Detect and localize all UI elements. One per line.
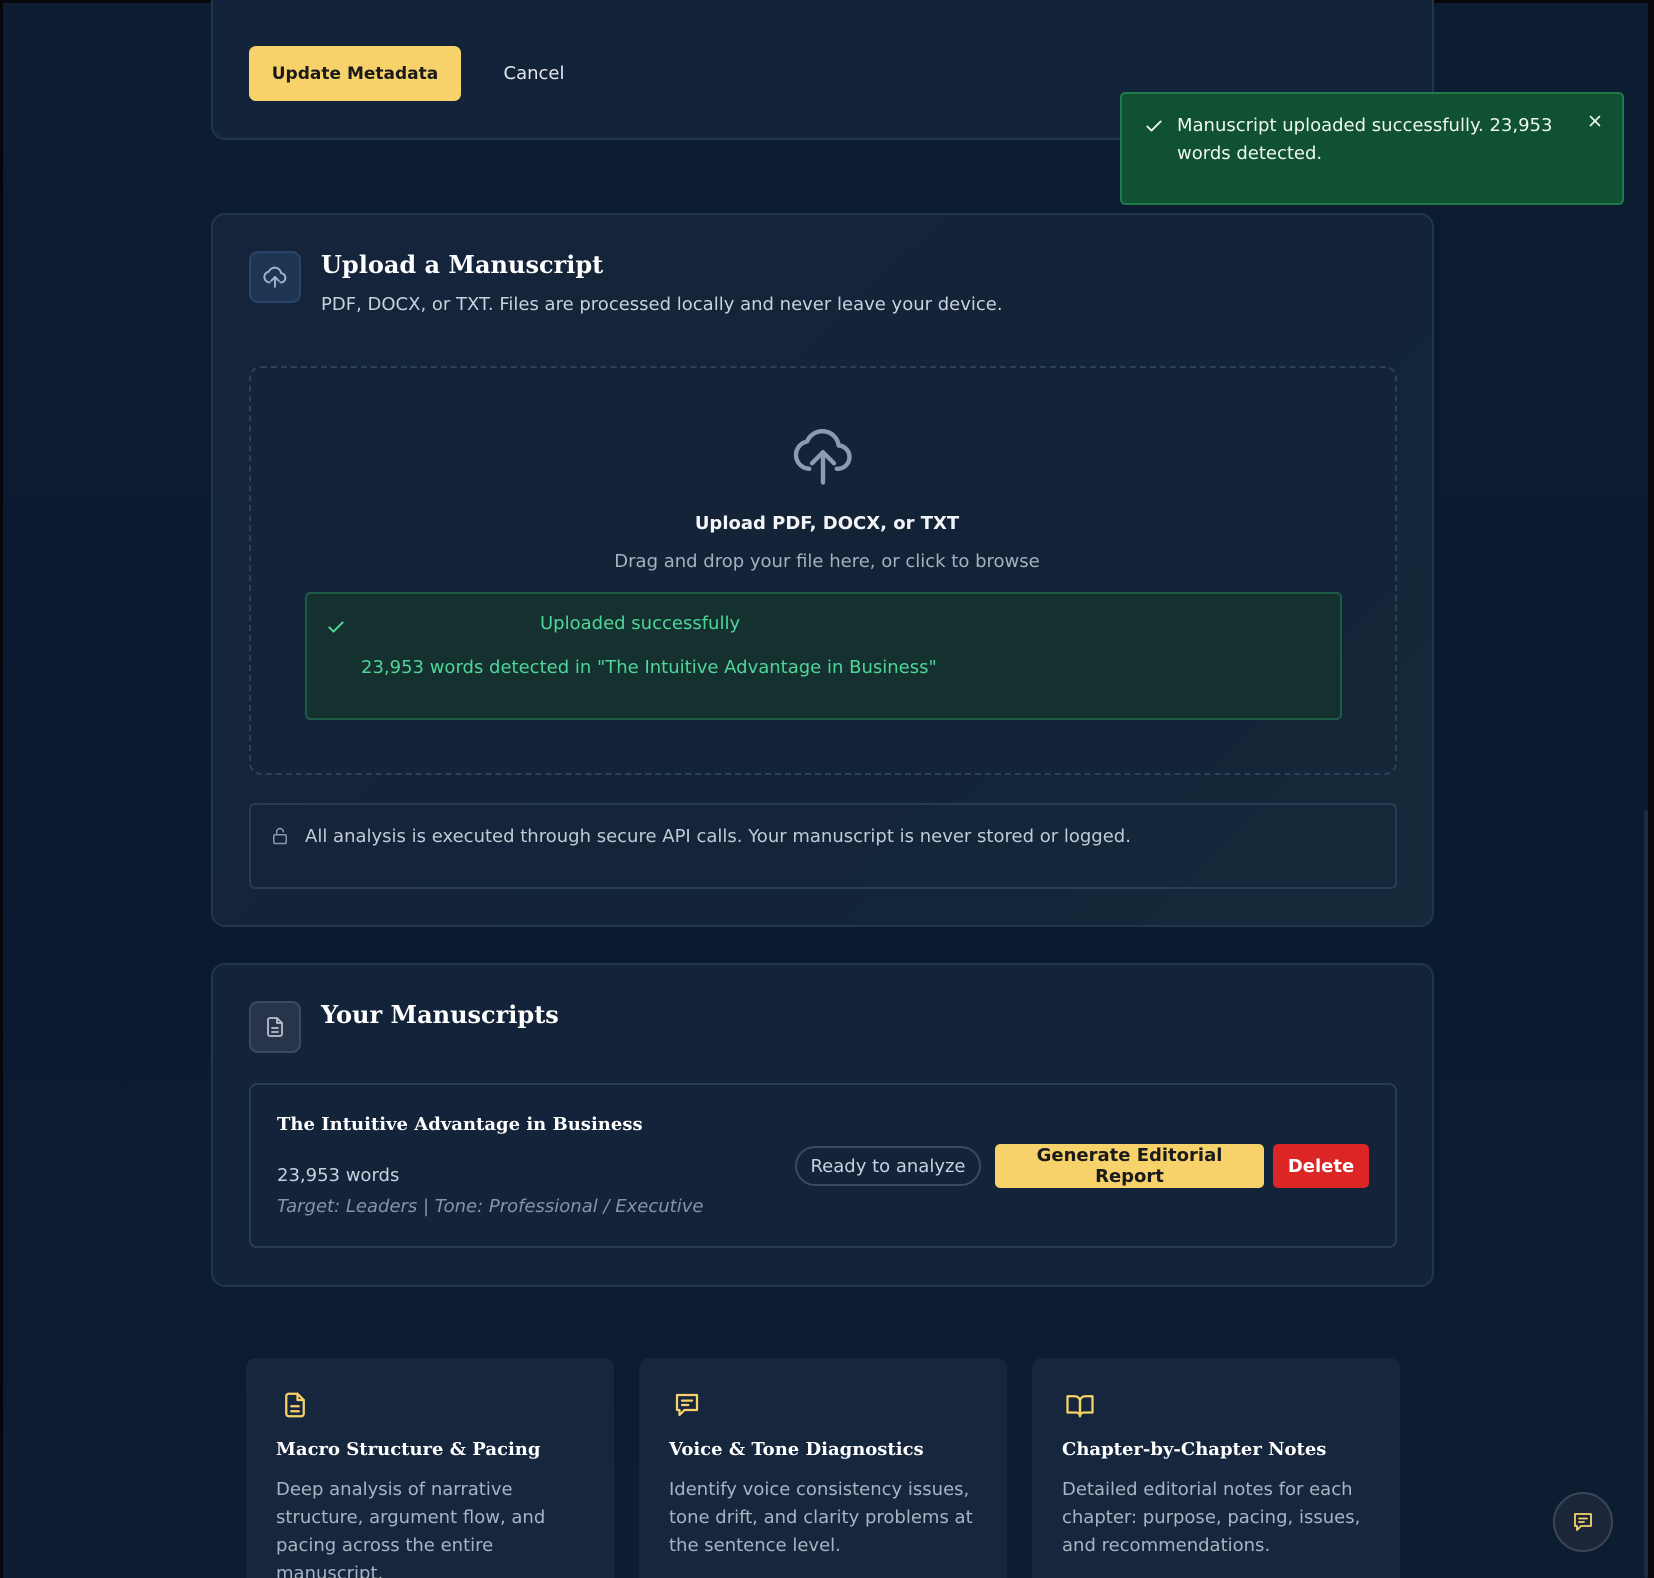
upload-success-detail: 23,953 words detected in "The Intuitive … <box>361 657 937 678</box>
feature-description: Identify voice consistency issues, tone … <box>669 1479 973 1556</box>
feature-title: Voice & Tone Diagnostics <box>669 1439 924 1460</box>
upload-success-title: Uploaded successfully <box>540 613 741 634</box>
feature-description: Deep analysis of narrative structure, ar… <box>276 1479 546 1578</box>
check-icon <box>1146 120 1162 132</box>
dropzone-title: Upload PDF, DOCX, or TXT <box>694 513 960 534</box>
manuscript-title: The Intuitive Advantage in Business <box>277 1114 643 1135</box>
close-icon[interactable] <box>1586 112 1604 130</box>
cloud-upload-icon <box>263 266 287 288</box>
feature-title: Macro Structure & Pacing <box>276 1439 541 1460</box>
manuscript-meta: Target: Leaders | Tone: Professional / E… <box>277 1196 704 1217</box>
manuscripts-section-icon <box>249 1001 301 1053</box>
toast-message: Manuscript uploaded successfully. 23,953… <box>1177 115 1553 164</box>
manuscripts-section-title: Your Manuscripts <box>321 1000 559 1029</box>
feature-title: Chapter-by-Chapter Notes <box>1062 1439 1327 1460</box>
book-icon <box>1066 1395 1094 1418</box>
window-frame-right <box>1648 0 1654 1578</box>
document-icon <box>285 1392 305 1418</box>
generate-report-button[interactable]: Generate Editorial Report <box>995 1144 1264 1188</box>
chat-button[interactable] <box>1553 1492 1613 1552</box>
cancel-button[interactable]: Cancel <box>484 46 584 101</box>
scrollbar-thumb[interactable] <box>1644 810 1648 1578</box>
feature-description: Detailed editorial notes for each chapte… <box>1062 1479 1361 1556</box>
upload-success-panel <box>305 592 1342 720</box>
cloud-upload-icon <box>793 429 852 485</box>
check-icon <box>328 621 344 633</box>
success-toast: Manuscript uploaded successfully. 23,953… <box>1120 92 1624 205</box>
dropzone-subtitle: Drag and drop your file here, or click t… <box>614 551 1040 572</box>
manuscript-word-count: 23,953 words <box>277 1165 400 1186</box>
window-frame-left <box>0 0 3 1578</box>
status-badge: Ready to analyze <box>795 1146 981 1186</box>
lock-icon <box>273 827 287 845</box>
chat-icon <box>1574 1513 1592 1531</box>
message-icon <box>675 1393 699 1417</box>
delete-button[interactable]: Delete <box>1273 1144 1369 1188</box>
upload-section-subtitle: PDF, DOCX, or TXT. Files are processed l… <box>321 294 1003 315</box>
update-metadata-button[interactable]: Update Metadata <box>249 46 461 101</box>
security-note-text: All analysis is executed through secure … <box>305 826 1131 847</box>
document-icon <box>267 1017 283 1037</box>
upload-section-icon <box>249 251 301 303</box>
upload-section-title: Upload a Manuscript <box>321 250 604 279</box>
